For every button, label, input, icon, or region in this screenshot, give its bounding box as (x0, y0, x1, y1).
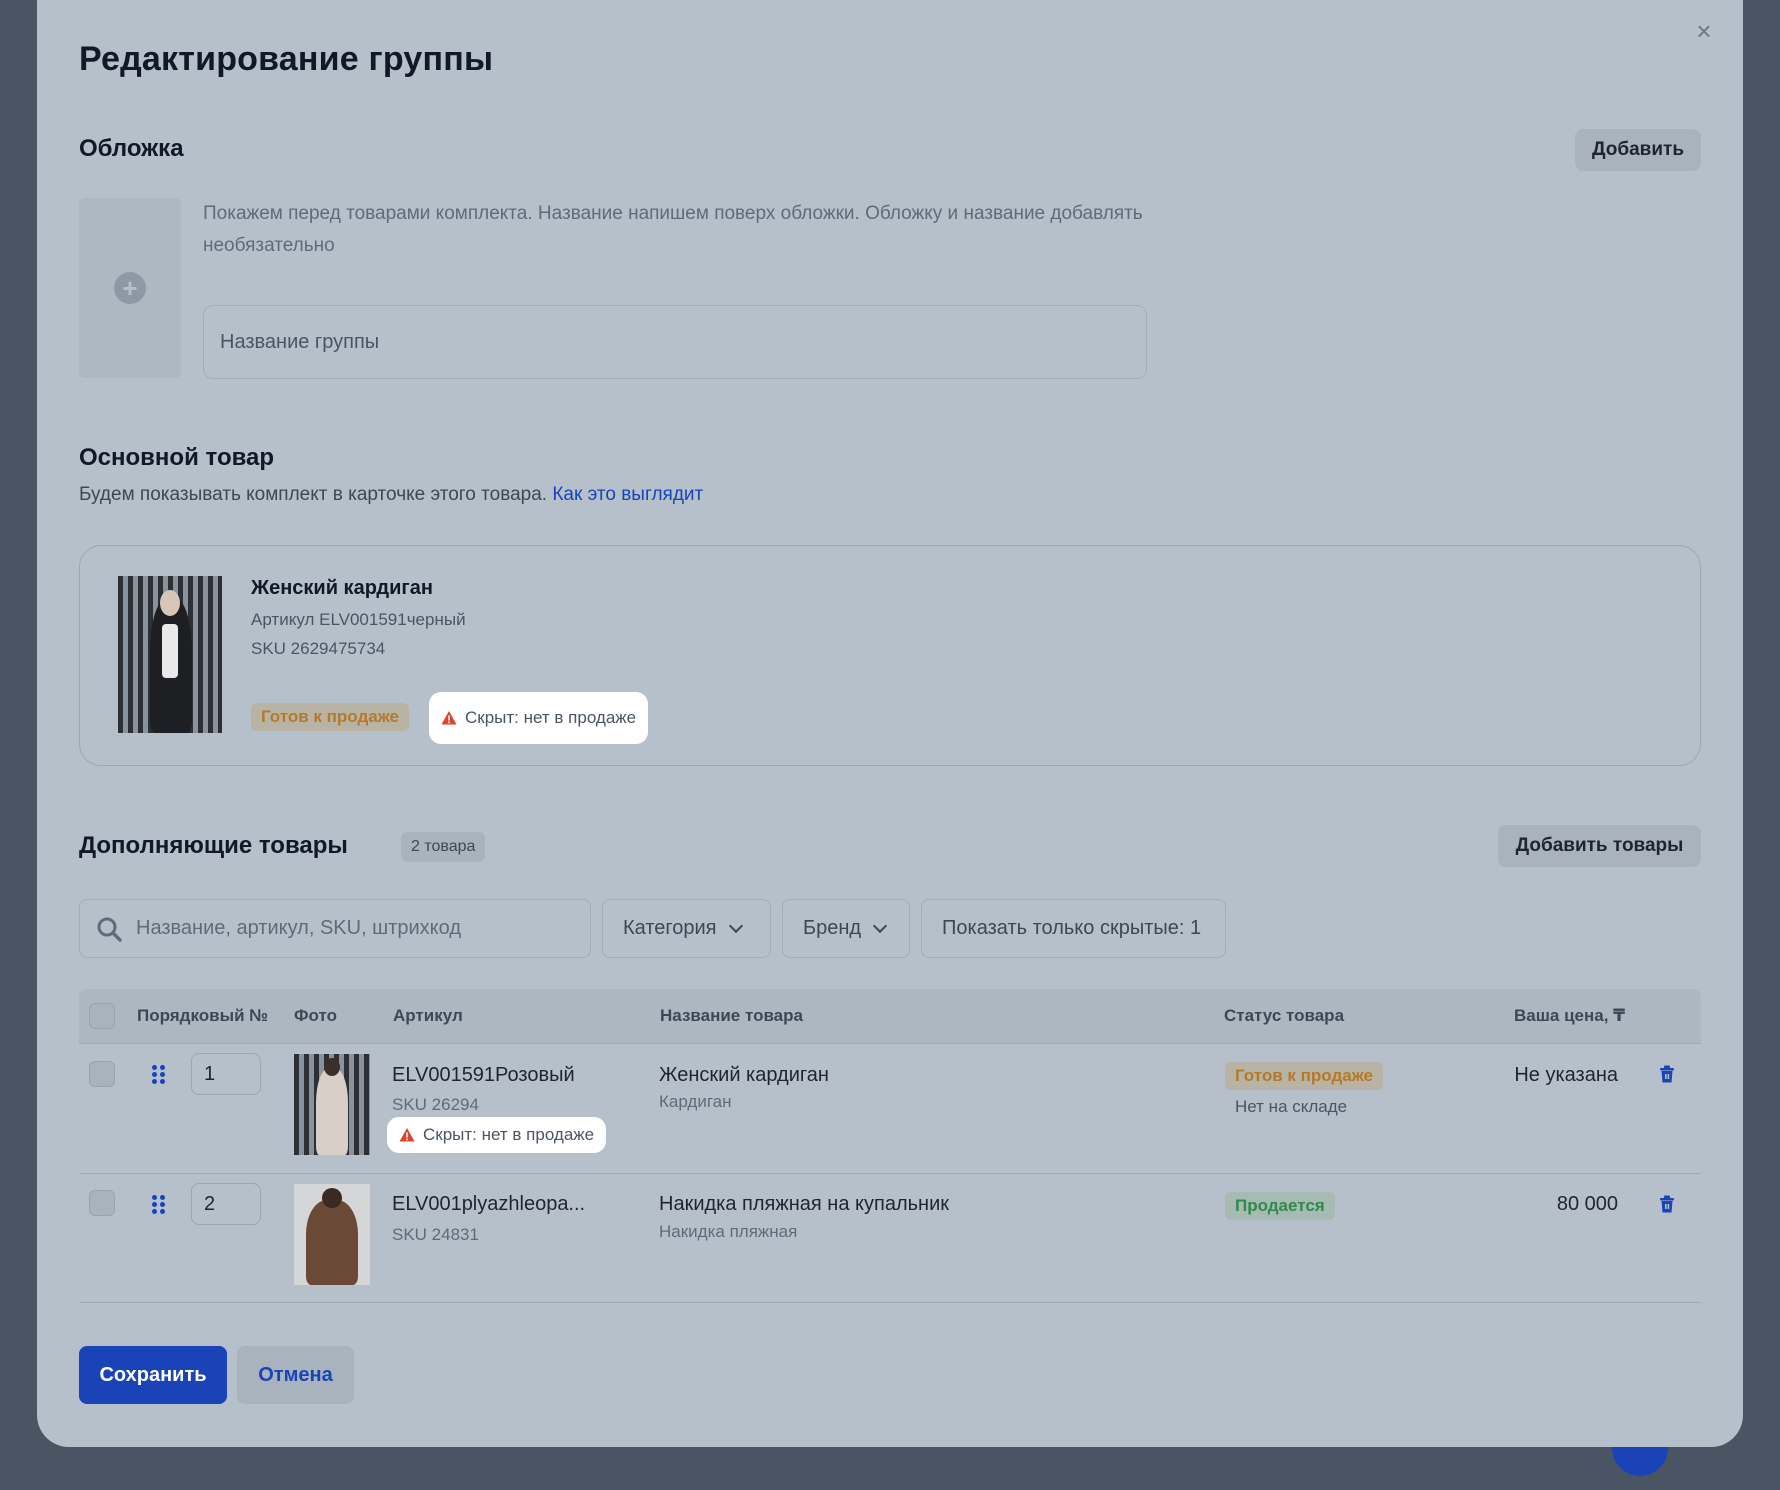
row-checkbox[interactable] (89, 1190, 115, 1216)
row-product-category: Накидка пляжная (659, 1222, 798, 1241)
row-status-badge: Готов к продаже (1225, 1062, 1383, 1090)
main-product-description-text: Будем показывать комплект в карточке это… (79, 484, 548, 505)
brand-filter[interactable]: Бренд (782, 899, 910, 958)
row-checkbox[interactable] (89, 1061, 115, 1087)
row-hidden-pill: Скрыт: нет в продаже (387, 1117, 607, 1153)
group-name-input[interactable]: Название группы (203, 305, 1147, 379)
column-name[interactable]: Название товара (660, 989, 803, 1043)
order-input[interactable]: 1 (191, 1053, 261, 1095)
trash-icon[interactable] (1657, 1064, 1677, 1084)
warning-icon (399, 1128, 415, 1142)
column-photo: Фото (294, 1006, 337, 1025)
save-button[interactable]: Сохранить (79, 1346, 227, 1404)
main-product-card: Женский кардиган Артикул ELV001591черный… (79, 545, 1701, 766)
drag-handle-icon[interactable] (152, 1065, 166, 1085)
additional-count-badge: 2 товара (401, 832, 486, 862)
main-product-heading: Основной товар (79, 444, 275, 471)
column-price[interactable]: Ваша цена, ₸ (1514, 989, 1625, 1043)
row-article: ELV001591Розовый (392, 1064, 575, 1086)
column-order[interactable]: Порядковый № (137, 989, 268, 1043)
main-product-article: Артикул ELV001591черный (251, 610, 466, 629)
chevron-down-icon (728, 918, 743, 933)
search-icon (97, 917, 122, 942)
order-input[interactable]: 2 (191, 1183, 261, 1225)
add-cover-button[interactable]: Добавить (1575, 129, 1701, 171)
hidden-label: Скрыт: нет в продаже (423, 1125, 595, 1144)
product-photo (294, 1184, 370, 1285)
chevron-down-icon (873, 918, 888, 933)
row-status-badge: Продается (1225, 1192, 1335, 1220)
category-filter[interactable]: Категория (602, 899, 771, 958)
table-header: Порядковый № Фото Артикул Название товар… (79, 989, 1701, 1043)
row-price: Не указана (1514, 1064, 1618, 1086)
row-article: ELV001plyazhleopa... (392, 1193, 586, 1215)
column-status[interactable]: Статус товара (1224, 989, 1344, 1043)
add-products-button[interactable]: Добавить товары (1498, 825, 1701, 867)
show-hidden-filter[interactable]: Показать только скрытые: 1 (921, 899, 1226, 958)
brand-filter-label: Бренд (803, 917, 862, 939)
warning-icon (441, 711, 457, 725)
main-product-description: Будем показывать комплект в карточке это… (79, 484, 703, 506)
product-photo (294, 1054, 370, 1155)
row-sku: SKU 26294 (392, 1095, 479, 1114)
cover-hint: Покажем перед товарами комплекта. Назван… (203, 203, 1143, 256)
row-price: 80 000 (1556, 1193, 1618, 1215)
cover-heading: Обложка (79, 135, 184, 162)
trash-icon[interactable] (1657, 1194, 1677, 1214)
row-product-category: Кардиган (659, 1092, 732, 1111)
main-product-hidden-pill: Скрыт: нет в продаже (429, 692, 649, 744)
row-product-name[interactable]: Накидка пляжная на купальник (659, 1193, 949, 1216)
hidden-label: Скрыт: нет в продаже (465, 708, 637, 727)
column-article[interactable]: Артикул (393, 989, 463, 1043)
select-all-checkbox[interactable] (89, 1003, 115, 1029)
close-icon[interactable]: × (1689, 16, 1719, 46)
main-product-name: Женский кардиган (251, 577, 433, 599)
search-placeholder: Название, артикул, SKU, штрихкод (136, 917, 462, 939)
edit-group-modal: × Редактирование группы Обложка Добавить… (37, 0, 1743, 1447)
plus-icon: + (114, 272, 146, 304)
row-product-name[interactable]: Женский кардиган (659, 1064, 829, 1087)
group-name-placeholder: Название группы (220, 330, 380, 353)
how-it-looks-link[interactable]: Как это выглядит (552, 484, 703, 505)
search-input[interactable]: Название, артикул, SKU, штрихкод (79, 899, 591, 958)
modal-title: Редактирование группы (79, 40, 494, 78)
category-filter-label: Категория (623, 917, 717, 939)
cover-upload[interactable]: + (79, 198, 181, 378)
main-product-sku: SKU 2629475734 (251, 639, 386, 658)
additional-heading: Дополняющие товары (79, 832, 348, 859)
row-status-sub: Нет на складе (1235, 1097, 1348, 1116)
main-product-status-badge: Готов к продаже (251, 703, 409, 731)
main-product-photo (118, 576, 222, 733)
drag-handle-icon[interactable] (152, 1195, 166, 1215)
row-sku: SKU 24831 (392, 1225, 479, 1244)
cancel-button[interactable]: Отмена (237, 1346, 354, 1404)
